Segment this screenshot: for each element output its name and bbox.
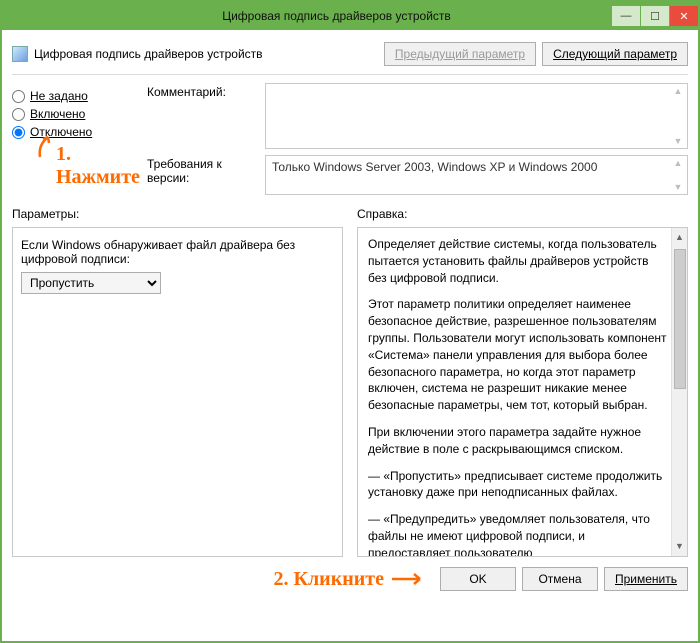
help-scrollbar[interactable]: ▲ ▼ [671,228,687,556]
title-bar: Цифровая подпись драйверов устройств — ☐… [2,2,698,30]
help-p2: Этот параметр политики определяет наимен… [368,296,669,414]
annotation-step1: 1. Нажмите [30,141,137,171]
ok-button[interactable]: OK [440,567,516,591]
help-p4: — «Пропустить» предписывает системе прод… [368,468,669,502]
scroll-thumb[interactable] [674,249,686,389]
action-dropdown[interactable]: Пропустить [21,272,161,294]
scroll-up-icon[interactable]: ▲ [675,228,684,247]
requirements-label: Требования к версии: [147,155,257,185]
scrollbar-stub: ▲▼ [671,86,685,146]
params-box: Если Windows обнаруживает файл драйвера … [12,227,343,557]
radio-not-configured-label: Не задано [30,89,88,103]
radio-enabled[interactable]: Включено [12,107,137,121]
requirements-value: Только Windows Server 2003, Windows XP и… [272,160,597,174]
page-header: Цифровая подпись драйверов устройств [34,47,263,61]
radio-disabled-input[interactable] [12,126,25,139]
window-buttons: — ☐ ✕ [611,6,698,26]
maximize-button[interactable]: ☐ [641,6,669,26]
comment-label: Комментарий: [147,83,257,99]
help-p5: — «Предупредить» уведомляет пользователя… [368,511,669,557]
help-box: Определяет действие системы, когда польз… [357,227,688,557]
radio-enabled-label: Включено [30,107,85,121]
cancel-button[interactable]: Отмена [522,567,598,591]
radio-enabled-input[interactable] [12,108,25,121]
params-title: Параметры: [12,207,343,221]
next-param-button[interactable]: Следующий параметр [542,42,688,66]
scroll-down-icon[interactable]: ▼ [675,537,684,556]
minimize-button[interactable]: — [612,6,640,26]
comment-field[interactable]: ▲▼ [265,83,688,149]
window-title: Цифровая подпись драйверов устройств [62,9,611,23]
help-p3: При включении этого параметра задайте ну… [368,424,669,458]
radio-not-configured-input[interactable] [12,90,25,103]
help-p1: Определяет действие системы, когда польз… [368,236,669,286]
params-prompt: Если Windows обнаруживает файл драйвера … [21,238,334,266]
radio-not-configured[interactable]: Не задано [12,89,137,103]
policy-icon [12,46,28,62]
radio-disabled[interactable]: Отключено [12,125,137,139]
prev-param-button[interactable]: Предыдущий параметр [384,42,536,66]
annotation-step2: 2. Кликните [273,568,426,591]
help-title: Справка: [357,207,688,221]
scrollbar-stub: ▲▼ [671,158,685,192]
arrow-icon [390,571,426,587]
apply-button[interactable]: Применить [604,567,688,591]
requirements-field: Только Windows Server 2003, Windows XP и… [265,155,688,195]
close-button[interactable]: ✕ [670,6,698,26]
